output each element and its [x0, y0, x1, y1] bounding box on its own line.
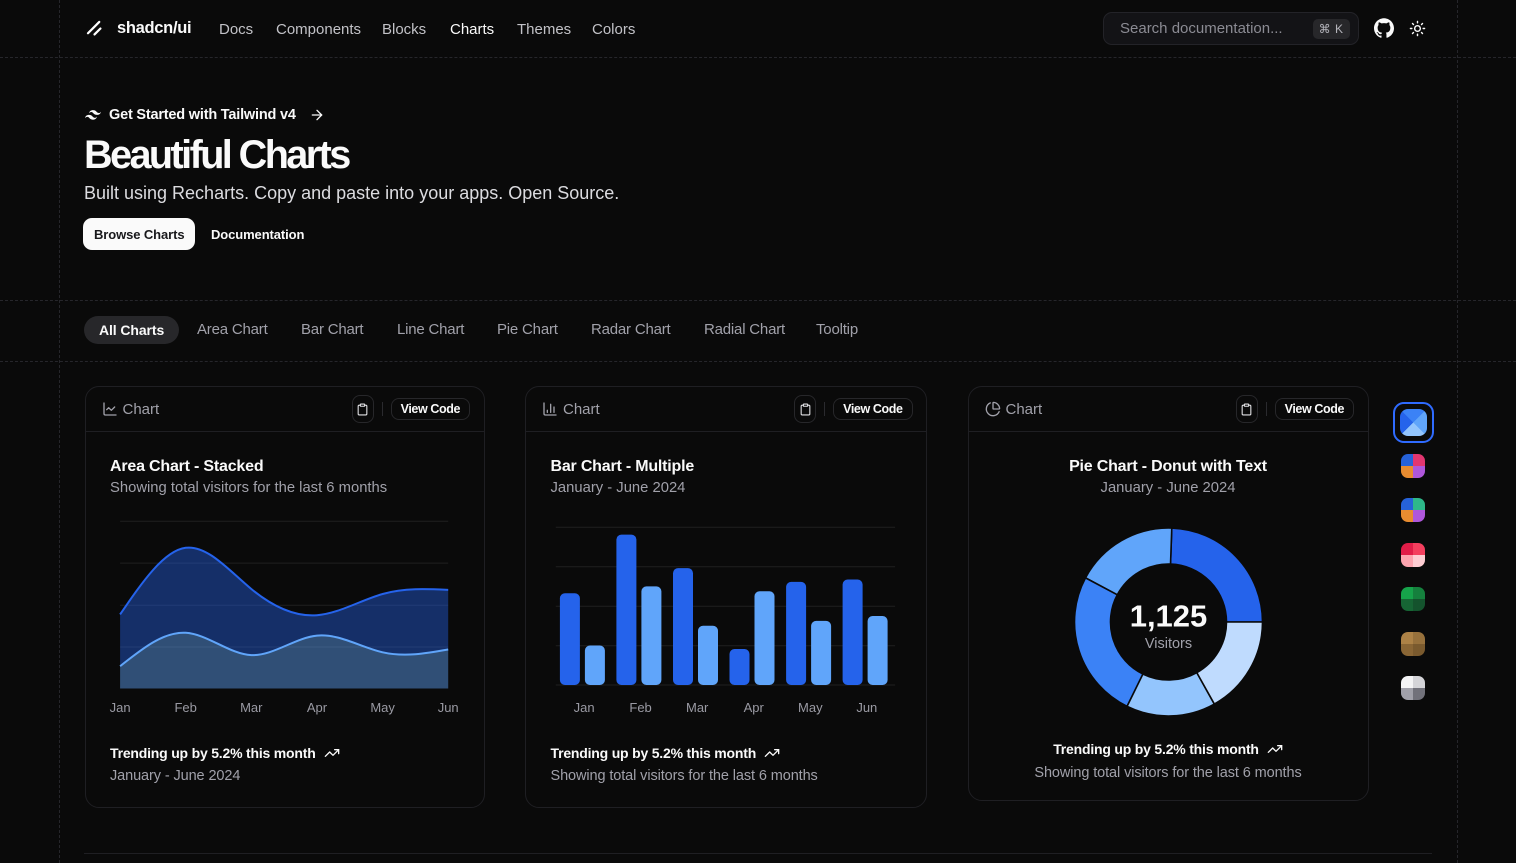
- svg-text:Feb: Feb: [174, 700, 196, 715]
- svg-text:Mar: Mar: [686, 700, 709, 715]
- svg-text:1,125: 1,125: [1130, 599, 1208, 634]
- svg-text:Mar: Mar: [240, 700, 263, 715]
- svg-text:Jun: Jun: [856, 700, 877, 715]
- svg-text:May: May: [798, 700, 823, 715]
- svg-text:Visitors: Visitors: [1145, 636, 1192, 652]
- svg-text:Jun: Jun: [438, 700, 459, 715]
- svg-text:Apr: Apr: [744, 700, 765, 715]
- svg-text:May: May: [370, 700, 395, 715]
- svg-text:Apr: Apr: [307, 700, 328, 715]
- svg-text:Jan: Jan: [574, 700, 595, 715]
- svg-text:Feb: Feb: [629, 700, 651, 715]
- svg-text:Jan: Jan: [110, 700, 131, 715]
